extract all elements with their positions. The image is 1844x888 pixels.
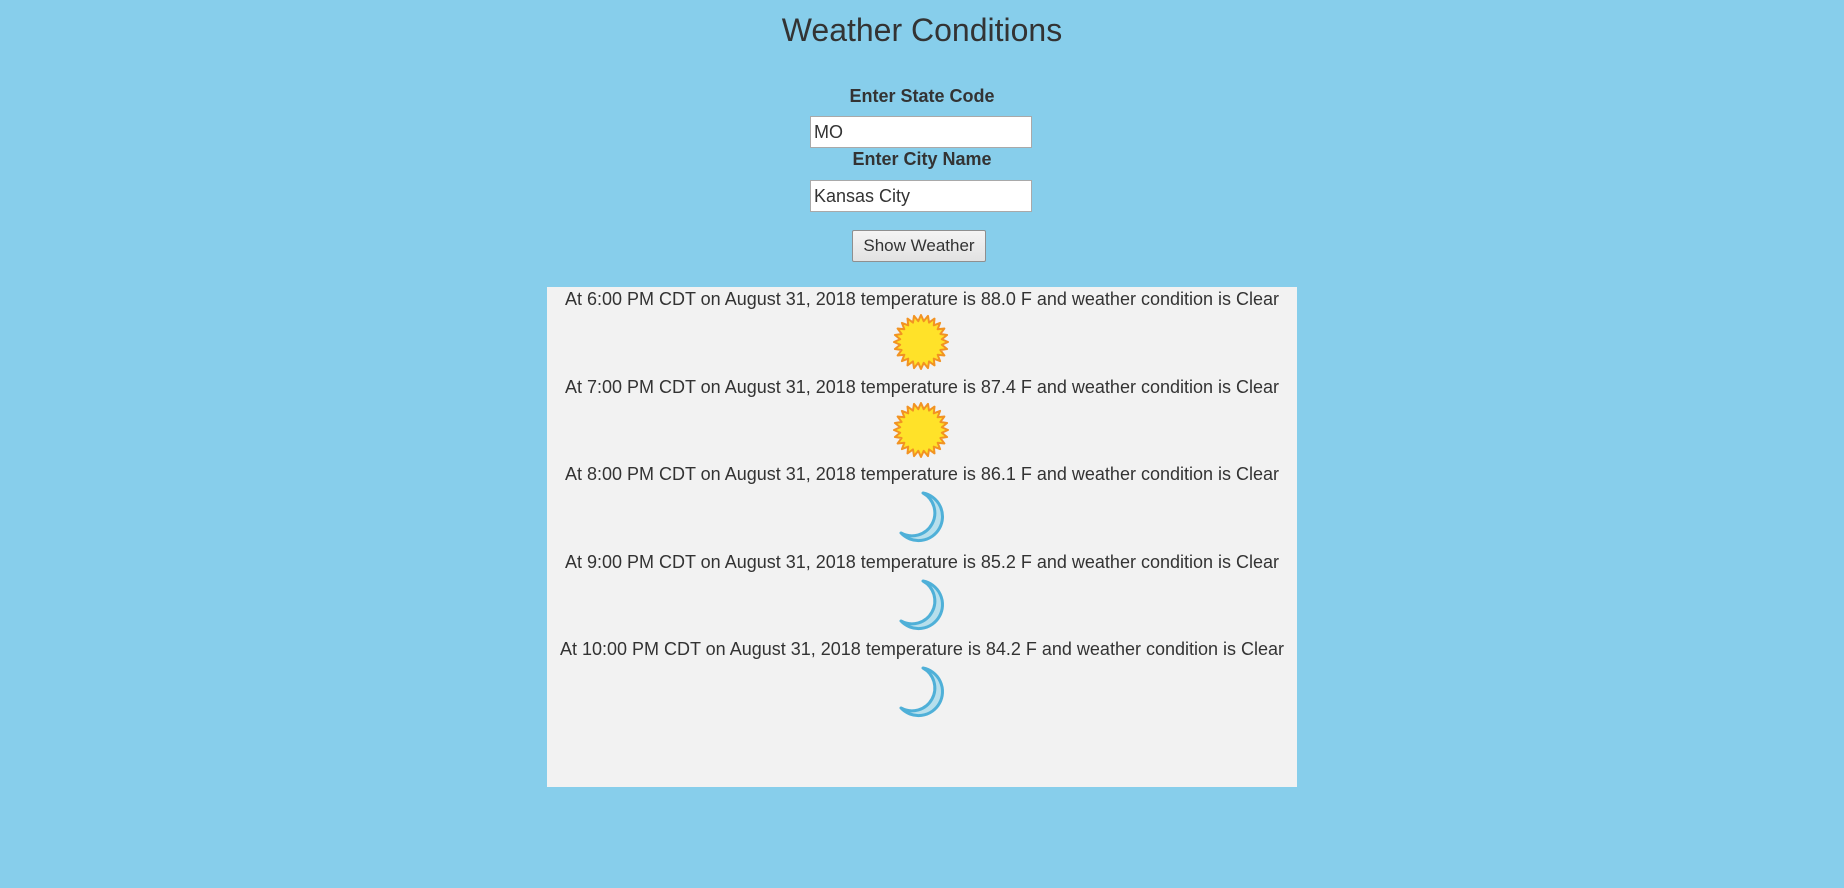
forecast-item: At 10:00 PM CDT on August 31, 2018 tempe… (547, 637, 1297, 725)
sun-icon (893, 314, 949, 370)
forecast-item: At 8:00 PM CDT on August 31, 2018 temper… (547, 462, 1297, 550)
city-name-input[interactable] (810, 180, 1032, 212)
forecast-item: At 6:00 PM CDT on August 31, 2018 temper… (547, 287, 1297, 375)
forecast-text: At 8:00 PM CDT on August 31, 2018 temper… (564, 464, 1280, 484)
show-weather-button[interactable]: Show Weather (852, 230, 986, 262)
forecast-text: At 7:00 PM CDT on August 31, 2018 temper… (564, 377, 1280, 397)
sun-icon (893, 402, 949, 458)
forecast-text: At 6:00 PM CDT on August 31, 2018 temper… (564, 289, 1280, 309)
forecast-text: At 10:00 PM CDT on August 31, 2018 tempe… (559, 639, 1285, 659)
moon-icon (893, 664, 949, 720)
moon-icon (893, 489, 949, 545)
forecast-item: At 7:00 PM CDT on August 31, 2018 temper… (547, 375, 1297, 463)
state-code-label: Enter State Code (849, 86, 995, 106)
page-title: Weather Conditions (781, 12, 1063, 48)
weather-results-panel: At 6:00 PM CDT on August 31, 2018 temper… (547, 287, 1297, 787)
state-code-input[interactable] (810, 116, 1032, 148)
city-name-label: Enter City Name (852, 149, 992, 169)
moon-icon (893, 577, 949, 633)
forecast-item: At 9:00 PM CDT on August 31, 2018 temper… (547, 550, 1297, 638)
forecast-text: At 9:00 PM CDT on August 31, 2018 temper… (564, 552, 1280, 572)
